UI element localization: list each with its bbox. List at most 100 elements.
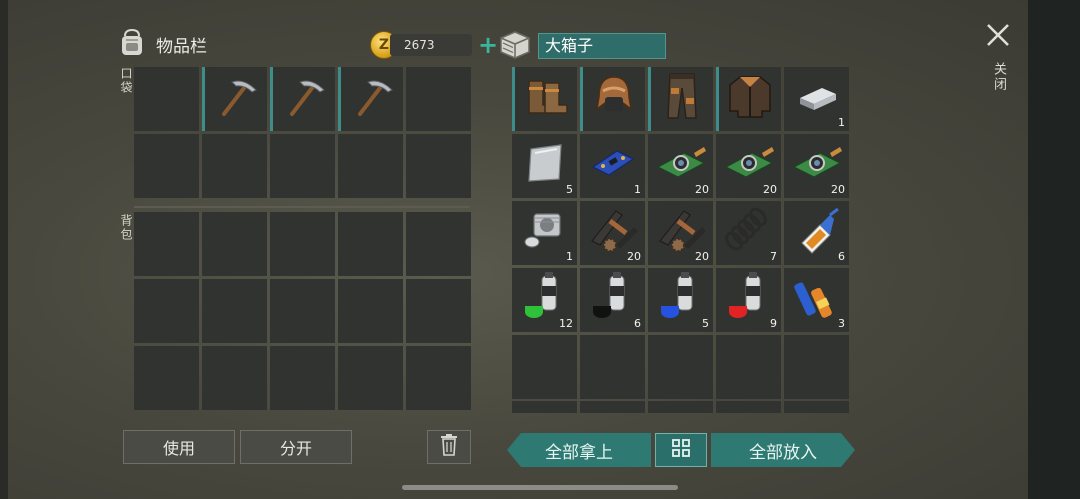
container-slot[interactable] (580, 335, 645, 399)
item-quantity: 6 (838, 250, 845, 263)
take-all-button[interactable]: 全部拿上 (507, 433, 651, 467)
item-quantity: 5 (566, 183, 573, 196)
container-name[interactable]: 大箱子 (538, 33, 666, 59)
backpack-slot[interactable] (134, 279, 199, 343)
container-slot[interactable]: 20 (784, 134, 849, 198)
backpack-slot[interactable] (134, 212, 199, 276)
boots-icon (521, 71, 571, 125)
container-slot[interactable]: 6 (580, 268, 645, 332)
pocket-slot[interactable] (202, 67, 267, 131)
item-quantity: 3 (838, 317, 845, 330)
use-button[interactable]: 使用 (123, 430, 235, 464)
camera-module-icon (790, 141, 844, 189)
container-slot[interactable] (512, 67, 577, 131)
coin-balance: Z 2673 + (370, 31, 498, 59)
backpack-slot[interactable] (406, 279, 471, 343)
pickaxe-icon (280, 72, 328, 124)
pocket-slot[interactable] (406, 134, 471, 198)
coin-count: 2673 (390, 34, 472, 56)
metal-plate-icon (521, 139, 569, 191)
iron-ingot-icon (792, 76, 842, 120)
pocket-slot[interactable] (202, 134, 267, 198)
trash-icon (439, 433, 459, 461)
item-quantity: 20 (695, 250, 709, 263)
fur-hat-icon (589, 71, 639, 125)
container-slot[interactable] (716, 67, 781, 131)
engine-cylinder-icon (520, 206, 570, 258)
item-quantity: 20 (831, 183, 845, 196)
container-slot[interactable] (580, 67, 645, 131)
plus-icon[interactable]: + (478, 33, 498, 57)
pocket-slot[interactable] (270, 134, 335, 198)
sort-button[interactable] (655, 433, 707, 467)
put-all-button[interactable]: 全部放入 (711, 433, 855, 467)
backpack-slot[interactable] (406, 212, 471, 276)
container-header: 大箱子 (498, 28, 666, 64)
container-slot[interactable]: 5 (648, 268, 713, 332)
close-icon[interactable] (985, 22, 1011, 52)
backpack-slot[interactable] (338, 346, 403, 410)
item-quantity: 1 (566, 250, 573, 263)
backpack-slot[interactable] (202, 346, 267, 410)
container-slot[interactable]: 1 (784, 67, 849, 131)
container-grid: 1 5 1 20 20 20 1 20 20 7 6 12 6 5 9 3 (512, 67, 849, 399)
item-quantity: 20 (695, 183, 709, 196)
pocket-slot[interactable] (406, 67, 471, 131)
backpack-slot[interactable] (270, 279, 335, 343)
container-slot[interactable]: 20 (648, 134, 713, 198)
item-quantity: 9 (770, 317, 777, 330)
backpack-slot[interactable] (134, 346, 199, 410)
pocket-slot[interactable] (270, 67, 335, 131)
backpack-icon (116, 26, 148, 62)
backpack-slot[interactable] (270, 212, 335, 276)
container-slot[interactable] (648, 67, 713, 131)
backpack-slot[interactable] (270, 346, 335, 410)
container-slot[interactable] (512, 335, 577, 399)
pocket-slot[interactable] (338, 67, 403, 131)
item-quantity: 1 (838, 116, 845, 129)
container-slot[interactable]: 12 (512, 268, 577, 332)
pocket-grid (134, 67, 471, 198)
home-indicator[interactable] (402, 485, 678, 490)
pocket-label: 口袋 (119, 67, 133, 95)
pocket-slot[interactable] (134, 134, 199, 198)
screen-edge (0, 0, 8, 499)
container-slot[interactable]: 5 (512, 134, 577, 198)
camera-module-icon (722, 141, 776, 189)
container-slot[interactable]: 20 (716, 134, 781, 198)
split-button[interactable]: 分开 (240, 430, 352, 464)
container-slot[interactable]: 20 (580, 201, 645, 265)
item-quantity: 5 (702, 317, 709, 330)
container-slot[interactable]: 1 (512, 201, 577, 265)
spray-paint-black-icon (588, 270, 638, 328)
inventory-header: 物品栏 (116, 26, 207, 62)
pants-icon (657, 70, 707, 126)
container-slot[interactable] (784, 335, 849, 399)
container-slot[interactable]: 7 (716, 201, 781, 265)
item-quantity: 6 (634, 317, 641, 330)
trash-button[interactable] (427, 430, 471, 464)
spray-paint-blue-icon (656, 270, 706, 328)
container-slot[interactable] (716, 335, 781, 399)
backpack-slot[interactable] (338, 279, 403, 343)
backpack-slot[interactable] (406, 346, 471, 410)
grid-sort-icon (670, 437, 692, 464)
container-slot[interactable]: 1 (580, 134, 645, 198)
backpack-slot[interactable] (338, 212, 403, 276)
backpack-slot[interactable] (202, 212, 267, 276)
container-slot[interactable]: 9 (716, 268, 781, 332)
backpack-slot[interactable] (202, 279, 267, 343)
item-quantity: 20 (627, 250, 641, 263)
backpack-label: 背包 (119, 214, 133, 242)
container-slot[interactable]: 3 (784, 268, 849, 332)
pocket-slot[interactable] (338, 134, 403, 198)
pickaxe-icon (348, 72, 396, 124)
container-slot[interactable]: 6 (784, 201, 849, 265)
pocket-slot[interactable] (134, 67, 199, 131)
glue-icon (792, 205, 842, 259)
container-slot[interactable] (648, 335, 713, 399)
item-quantity: 1 (634, 183, 641, 196)
close-label[interactable]: 关闭 (989, 62, 1008, 92)
spray-paint-red-icon (724, 270, 774, 328)
container-slot[interactable]: 20 (648, 201, 713, 265)
